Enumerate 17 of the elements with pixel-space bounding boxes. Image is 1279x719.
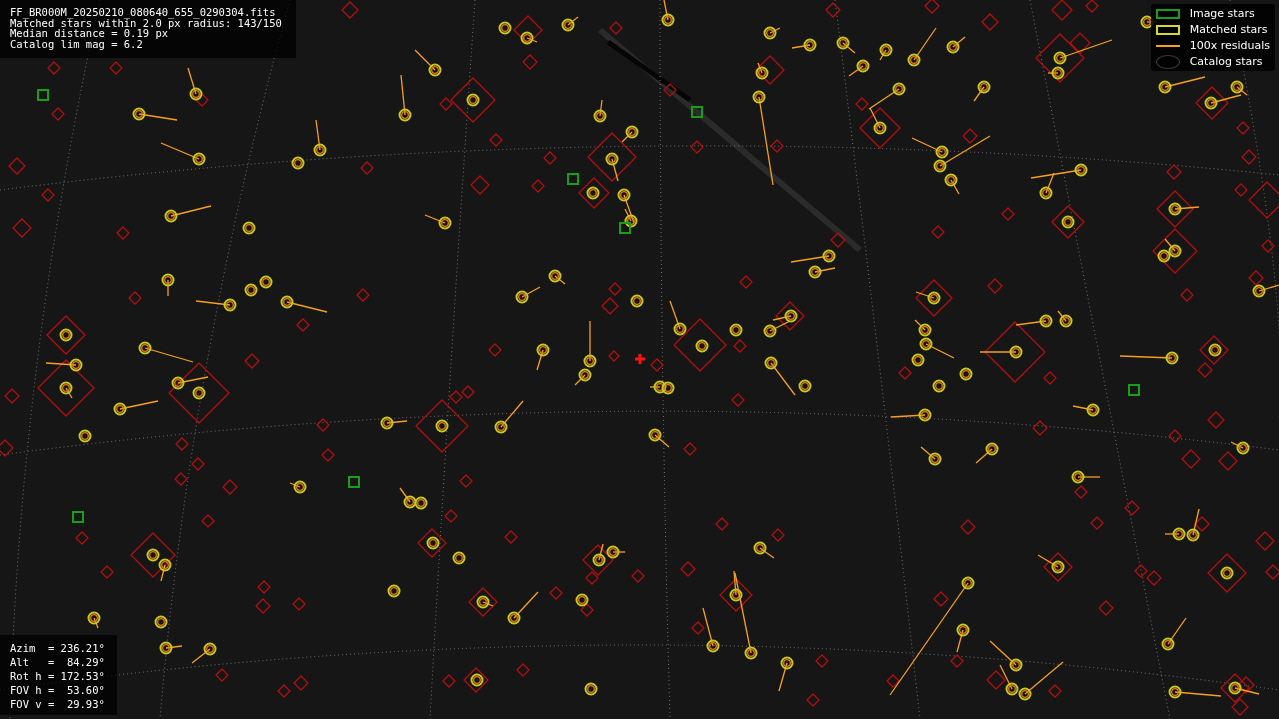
info-text: Catalog lim mag = 6.2 — [10, 38, 144, 49]
image-star-swatch — [1155, 9, 1180, 19]
pointing-text: Rot h = 172.53° — [10, 669, 105, 683]
legend-label: 100x residuals — [1189, 39, 1270, 53]
legend-label: Image stars — [1189, 7, 1256, 21]
pointing-text: Alt = 84.29° — [10, 655, 105, 669]
info-text: Matched stars within 2.0 px radius: 143/150 — [10, 17, 282, 28]
residual-line-swatch — [1155, 45, 1180, 47]
pointing-text: FOV v = 29.93° — [10, 697, 105, 711]
legend-label: Matched stars — [1189, 23, 1269, 37]
pointing-text: FOV h = 53.60° — [10, 683, 105, 697]
catalog-star-swatch — [1155, 55, 1180, 69]
matched-star-swatch — [1155, 25, 1180, 35]
legend-label: Catalog stars — [1189, 55, 1264, 69]
pointing-text: Azim = 236.21° — [10, 641, 105, 655]
info-text: FF_BR000M_20250210_080640_655_0290304.fits — [10, 7, 277, 18]
info-text: Median distance = 0.19 px — [10, 28, 169, 39]
